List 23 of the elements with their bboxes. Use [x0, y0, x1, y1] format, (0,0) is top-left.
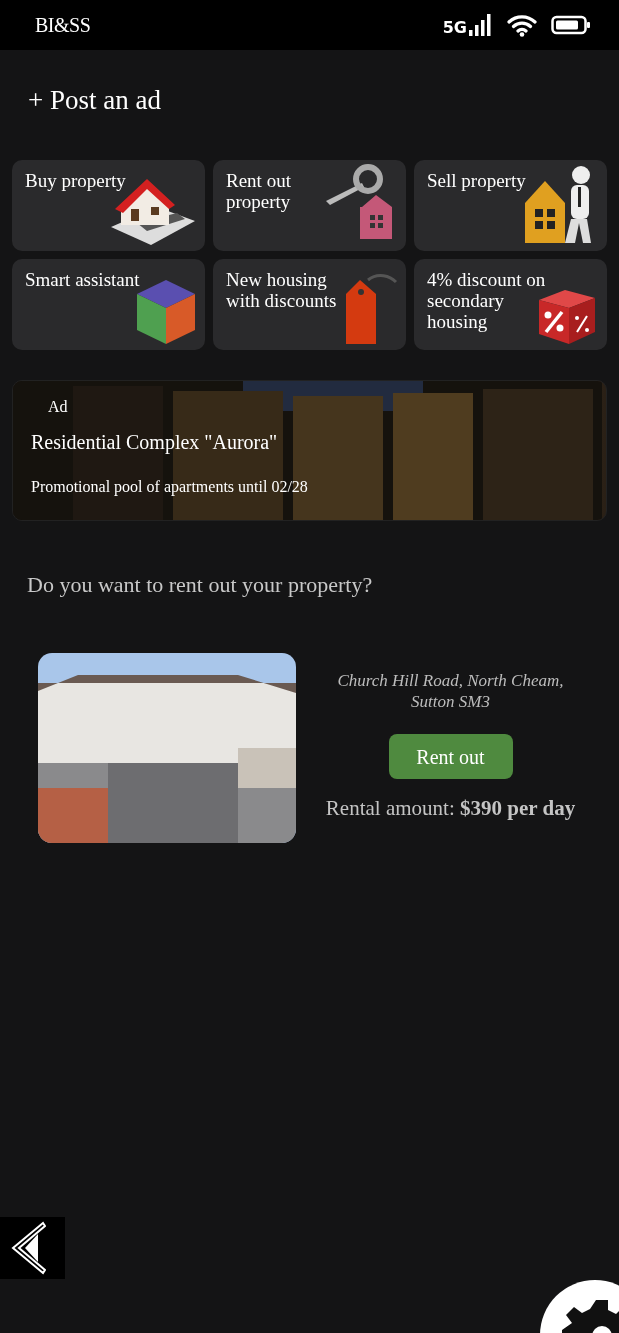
rental-amount: Rental amount: $390 per day	[325, 795, 576, 822]
category-tile[interactable]: 4% discount on secondary housing	[414, 259, 607, 350]
rent-out-button[interactable]: Rent out	[388, 734, 513, 779]
back-button[interactable]	[0, 1217, 65, 1279]
category-tile[interactable]: Rent out property	[213, 160, 406, 251]
settings-icon	[562, 1300, 619, 1333]
app-logo: BI&SS	[35, 13, 91, 38]
rent-question: Do you want to rent out your property?	[27, 572, 373, 597]
post-ad-button[interactable]: + Post an ad	[28, 80, 161, 121]
category-tile[interactable]: Smart assistant	[12, 259, 205, 350]
banner-subtitle: Promotional pool of apartments until 02/28	[31, 478, 308, 495]
network-label: 5G	[442, 20, 467, 36]
ad-label: Ad	[48, 398, 68, 415]
banner-title: Residential Complex "Aurora"	[31, 431, 278, 453]
category-tile[interactable]: Buy property	[12, 160, 205, 251]
signal-icon	[469, 14, 493, 36]
property-address: Church Hill Road, North Cheam, Sutton SM3	[336, 670, 565, 712]
category-tile[interactable]: Sell property	[414, 160, 607, 251]
category-tile[interactable]: New housing with discounts	[213, 259, 406, 350]
battery-icon	[551, 15, 591, 35]
back-icon	[10, 1220, 46, 1276]
ad-banner[interactable]: Ad Residential Complex "Aurora" Promotional pool of apartments until 02/28	[12, 380, 607, 521]
wifi-icon	[507, 13, 537, 37]
